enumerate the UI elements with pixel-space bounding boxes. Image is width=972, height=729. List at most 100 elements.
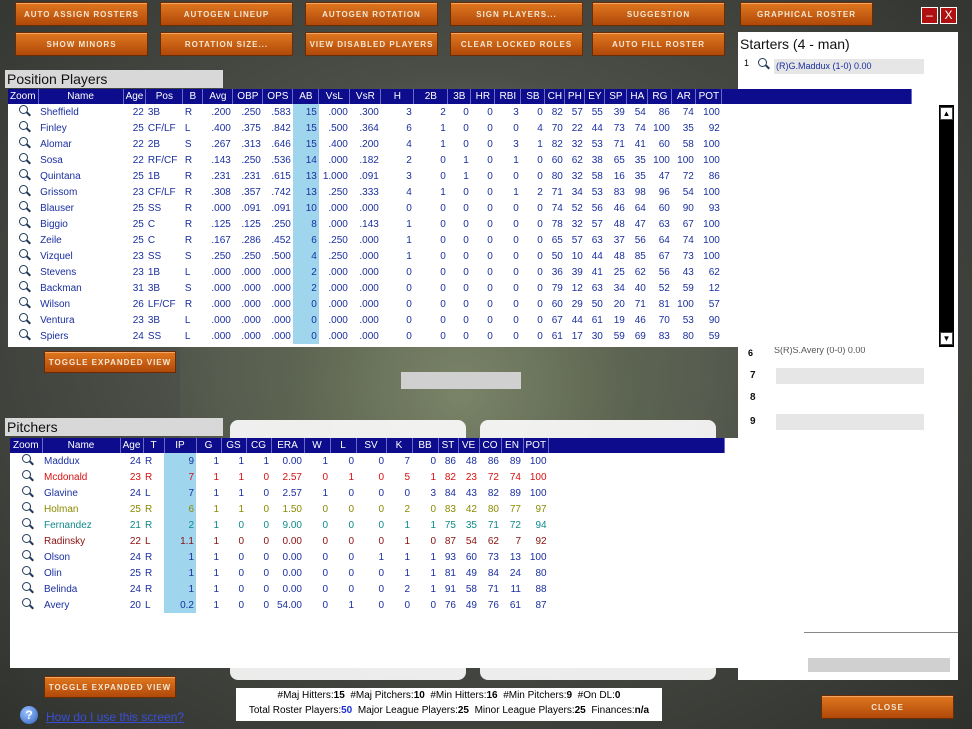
pitchers-cell-name[interactable]: Belinda [42,581,120,597]
zoom-icon[interactable] [18,153,28,162]
pitchers-header-en[interactable]: EN [501,438,524,453]
zoom-cell[interactable] [8,136,38,152]
zoom-icon[interactable] [18,185,28,194]
position-row[interactable]: Backman 31 3B S .000.000.000 2.000.000 0 0 0 0 0 0 7… [8,280,912,296]
sign-players-button[interactable]: Sign Players... [450,2,583,26]
position-row[interactable]: Vizquel 23 SS S .250.250.500 4.250.000 1 0 0 0 0 0 5… [8,248,912,264]
zoom-cell[interactable] [8,120,38,136]
position-header-h[interactable]: H [380,89,415,104]
position-row[interactable]: Wilson 26 LF/CF R .000.000.000 0.000.000 0 0 0 0 0… [8,296,912,312]
zoom-cell[interactable] [8,296,38,312]
position-header-ph[interactable]: PH [564,89,586,104]
zoom-icon[interactable] [21,518,31,527]
position-header-ha[interactable]: HA [626,89,649,104]
auto-fill-roster-button[interactable]: Auto Fill Roster [592,32,725,56]
pitchers-header-g[interactable]: G [196,438,222,453]
zoom-cell[interactable] [10,453,42,469]
zoom-icon[interactable] [21,566,31,575]
position-row[interactable]: Sheffield 22 3B R .200 .250 .583 15 .000 .300 3 2 0 0… [8,104,912,120]
zoom-icon[interactable] [18,121,28,130]
position-header-rbi[interactable]: RBI [494,89,522,104]
position-header-pot[interactable]: POT [695,89,723,104]
pitchers-row[interactable]: Olson 24 R 1 1 0 0 0.00 0 0 1 1 1 93 60 73 13 100 [10,549,725,565]
pitchers-cell-name[interactable]: Maddux [42,453,120,469]
zoom-icon[interactable] [18,137,28,146]
pitchers-cell-name[interactable]: Avery [42,597,120,613]
pitchers-header-pot[interactable]: POT [523,438,550,453]
zoom-cell[interactable] [10,517,42,533]
zoom-icon[interactable] [18,313,28,322]
starter-row-9[interactable]: 9 [738,412,954,434]
suggestion-button[interactable]: Suggestion [592,2,725,26]
starter-row-8[interactable]: 8 [738,388,954,410]
position-row[interactable]: Zeile 25 C R .167.286.452 6.250.000 1 0 0 0 0 0 65 57… [8,232,912,248]
pitchers-row[interactable]: Glavine 24 L 7 1 1 0 2.57 1 0 0 0 3 84 43 82 89 100 [10,485,725,501]
zoom-cell[interactable] [10,533,42,549]
position-row[interactable]: Sosa 22 RF/CF R .143.250.536 14.000.182 2 0 1 0 1 0… [8,152,912,168]
minimize-icon[interactable]: – [921,7,938,24]
pitchers-cell-name[interactable]: Olson [42,549,120,565]
scroll-down-icon[interactable]: ▼ [940,332,953,345]
pitchers-row[interactable]: Holman 25 R 6 1 1 0 1.50 0 0 0 2 0 83 42 80 77 97 [10,501,725,517]
position-cell-name[interactable]: Wilson [38,296,123,312]
position-cell-name[interactable]: Sosa [38,152,123,168]
zoom-cell[interactable] [10,565,42,581]
zoom-icon[interactable] [18,249,28,258]
pitchers-header-sv[interactable]: SV [356,438,387,453]
pitchers-cell-name[interactable]: Radinsky [42,533,120,549]
zoom-cell[interactable] [8,152,38,168]
zoom-icon[interactable] [21,598,31,607]
pitchers-row[interactable]: Mcdonald 23 R 7 1 1 0 2.57 0 1 0 5 1 82 23 72 74 100 [10,469,725,485]
pitchers-header-bb[interactable]: BB [412,438,439,453]
pitchers-cell-name[interactable]: Glavine [42,485,120,501]
position-row[interactable]: Stevens 23 1B L .000.000.000 2.000.000 0 0 0 0 0 0 3… [8,264,912,280]
graphical-roster-button[interactable]: Graphical Roster [740,2,873,26]
pitchers-cell-name[interactable]: Fernandez [42,517,120,533]
pitchers-cell-name[interactable]: Olin [42,565,120,581]
position-cell-name[interactable]: Ventura [38,312,123,328]
zoom-icon[interactable] [18,329,28,338]
position-header-vsl[interactable]: VsL [318,89,351,104]
zoom-cell[interactable] [8,232,38,248]
position-cell-name[interactable]: Vizquel [38,248,123,264]
position-header-sp[interactable]: SP [604,89,628,104]
pitchers-header-t[interactable]: T [143,438,165,453]
pitchers-header-w[interactable]: W [304,438,331,453]
position-header-ab[interactable]: AB [292,89,320,104]
position-row[interactable]: Biggio 25 C R .125.125.250 8.000.143 1 0 0 0 0 0 78 3… [8,216,912,232]
pitchers-header-co[interactable]: CO [479,438,502,453]
zoom-icon[interactable] [21,470,31,479]
position-header-sb[interactable]: SB [520,89,546,104]
pitchers-header-cg[interactable]: CG [246,438,272,453]
position-row[interactable]: Alomar 22 2B S .267.313.646 15.400.200 4 1 0 0 3 1 8… [8,136,912,152]
position-header-2b[interactable]: 2B [413,89,449,104]
zoom-icon[interactable] [18,201,28,210]
rotation-size-button[interactable]: Rotation Size... [160,32,293,56]
zoom-icon[interactable] [18,105,28,114]
position-header-obp[interactable]: OBP [232,89,264,104]
pitchers-row[interactable]: Maddux 24 R 9 1 1 1 0.00 1 0 0 7 0 86 48 86 89 100 [10,453,725,469]
position-scrollbar[interactable]: ▲ ▼ [939,105,954,347]
zoom-cell[interactable] [8,264,38,280]
position-header-pos[interactable]: Pos [145,89,184,104]
auto-assign-rosters-button[interactable]: Auto Assign Rosters [15,2,148,26]
zoom-cell[interactable] [10,581,42,597]
zoom-cell[interactable] [10,485,42,501]
zoom-icon[interactable] [21,502,31,511]
starter-slot-1[interactable]: (R)G.Maddux (1-0) 0.00 [774,59,924,74]
position-cell-name[interactable]: Biggio [38,216,123,232]
zoom-cell[interactable] [8,312,38,328]
pitchers-header-ve[interactable]: VE [458,438,480,453]
pitchers-header-k[interactable]: K [386,438,413,453]
position-cell-name[interactable]: Quintana [38,168,123,184]
pitchers-header-era[interactable]: ERA [271,438,305,453]
pitchers-row[interactable]: Belinda 24 R 1 1 0 0 0.00 0 0 0 2 1 91 58 71 11 88 [10,581,725,597]
zoom-icon[interactable] [18,297,28,306]
zoom-cell[interactable] [10,597,42,613]
zoom-cell[interactable] [8,200,38,216]
zoom-icon[interactable] [21,534,31,543]
zoom-cell[interactable] [8,216,38,232]
autogen-rotation-button[interactable]: Autogen Rotation [305,2,438,26]
pitchers-header-name[interactable]: Name [42,438,121,453]
zoom-icon[interactable] [21,454,31,463]
